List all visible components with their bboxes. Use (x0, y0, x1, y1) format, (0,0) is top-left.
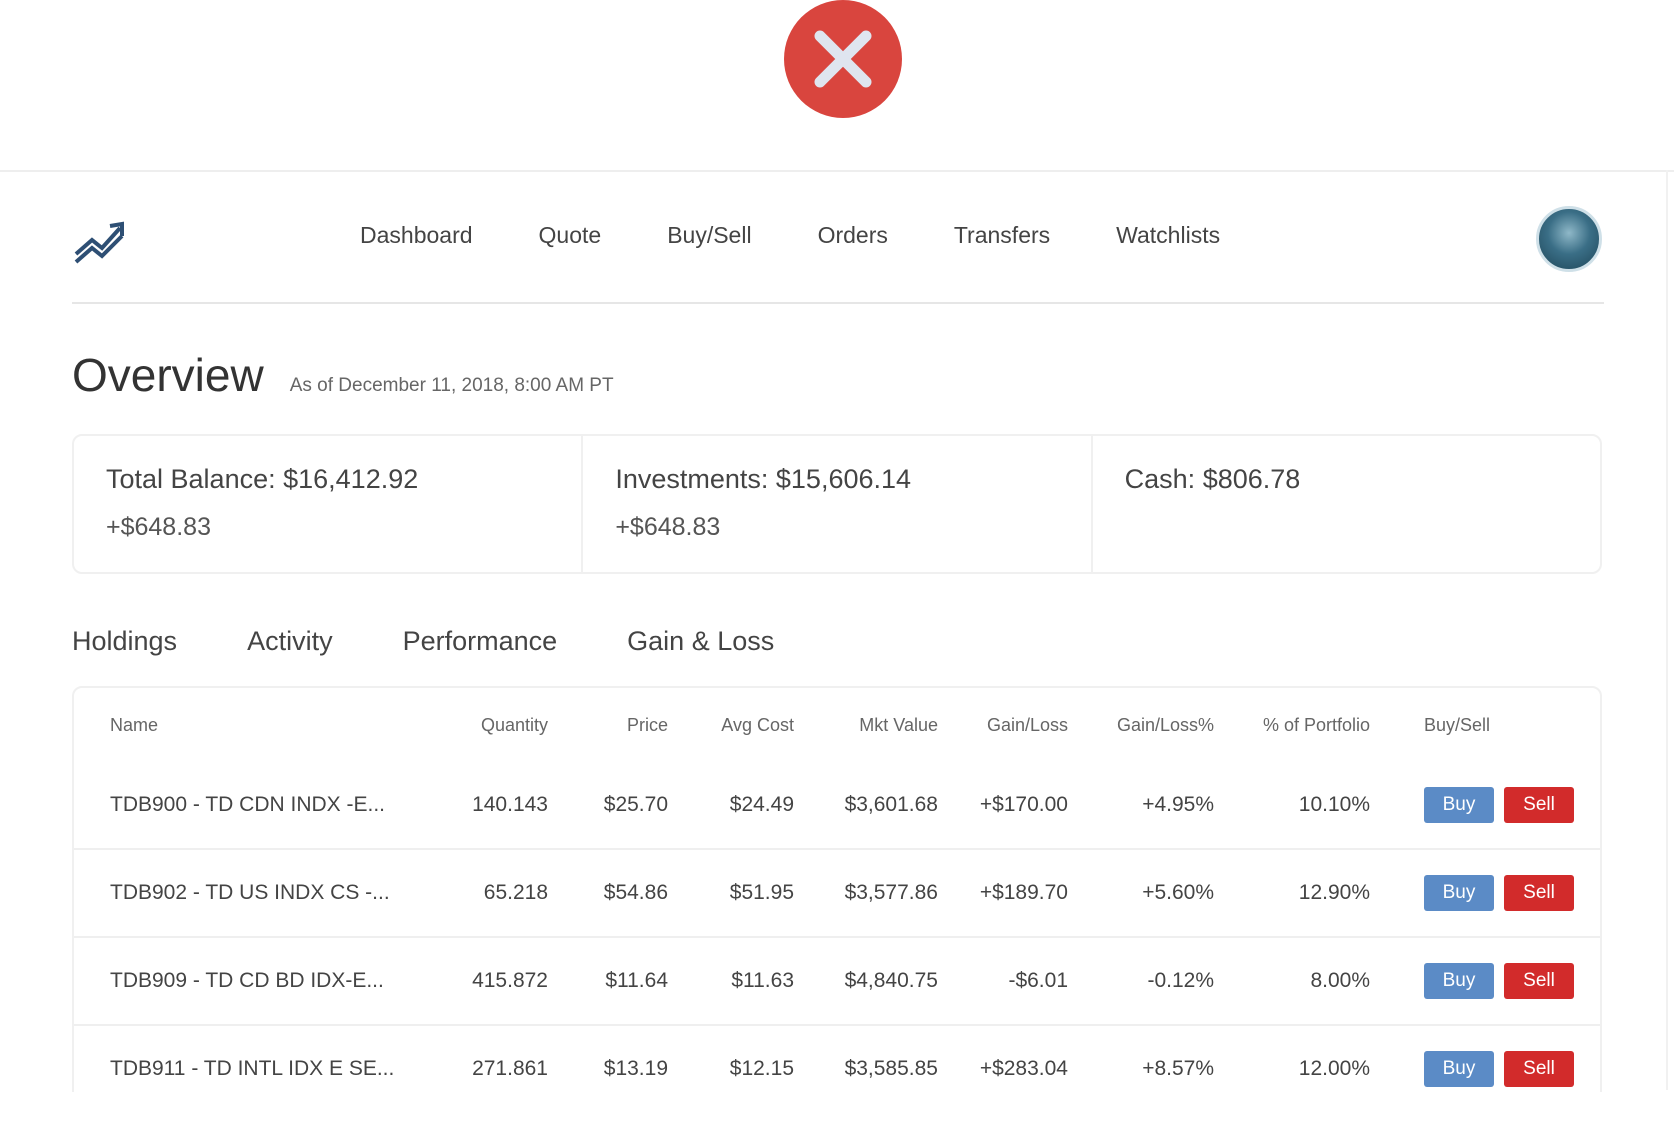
col-header[interactable]: % of Portfolio (1220, 688, 1376, 762)
table-cell: +$170.00 (979, 793, 1068, 816)
holdings-rows: TDB900 - TD CDN INDX -E... 140.143 $25.70 $… (74, 762, 1600, 1092)
holdings-table: Name Quantity Price Avg Cost Mkt Value G… (74, 688, 1600, 1092)
tab-holdings[interactable]: Holdings (72, 626, 177, 657)
nav-orders[interactable]: Orders (818, 222, 888, 249)
table-cell: $11.64 (554, 936, 674, 1025)
buy-sell-cell: Buy Sell (1376, 1024, 1600, 1092)
col-header[interactable]: Name (74, 688, 414, 762)
close-button[interactable] (784, 0, 902, 118)
trending-up-icon[interactable] (72, 216, 128, 266)
total-balance: Total Balance: $16,412.92 (106, 464, 419, 494)
table-cell: 140.143 (472, 793, 548, 816)
table-cell: $12.15 (674, 1024, 800, 1092)
table-cell: TDB909 - TD CD BD IDX-E... (74, 936, 414, 1025)
sell-button[interactable]: Sell (1504, 1051, 1574, 1087)
table-cell: TDB900 - TD CDN INDX -E... (110, 793, 385, 816)
table-row[interactable]: TDB909 - TD CD BD IDX-E... 415.872 $11.64 $… (74, 936, 1600, 1025)
col-header[interactable]: Mkt Value (800, 688, 944, 762)
buy-sell-cell: Buy Sell (1376, 762, 1600, 849)
table-row[interactable]: TDB911 - TD INTL IDX E SE... 271.861 $13.1… (74, 1024, 1600, 1092)
table-cell: $24.49 (729, 793, 794, 816)
table-cell: $51.95 (674, 848, 800, 937)
table-cell: $13.19 (554, 1024, 674, 1092)
total-balance-card: Total Balance: $16,412.92 +$648.83 (74, 436, 584, 572)
table-cell: 10.10% (1298, 793, 1370, 816)
close-icon (814, 30, 872, 88)
total-balance-change: +$648.83 (106, 513, 211, 541)
col-header[interactable]: Quantity (414, 688, 554, 762)
table-header-row: Name Quantity Price Avg Cost Mkt Value G… (74, 688, 1600, 762)
title-row: Overview As of December 11, 2018, 8:00 A… (72, 348, 614, 402)
table-cell: TDB902 - TD US INDX CS -... (74, 848, 414, 937)
col-header: Buy/Sell (1424, 714, 1491, 735)
table-cell: -$6.01 (944, 936, 1074, 1025)
table-cell: $3,601.68 (844, 793, 938, 816)
table-cell: +$189.70 (944, 848, 1074, 937)
balance-summary: Total Balance: $16,412.92 +$648.83 Inves… (72, 434, 1602, 574)
buy-sell-cell: Buy Sell (1376, 848, 1600, 937)
table-cell: 8.00% (1220, 936, 1376, 1025)
table-cell: TDB911 - TD INTL IDX E SE... (74, 1024, 414, 1092)
tab-activity[interactable]: Activity (247, 626, 333, 657)
as-of-timestamp: As of December 11, 2018, 8:00 AM PT (289, 375, 614, 396)
table-cell: $54.86 (554, 848, 674, 937)
buy-button[interactable]: Buy (1424, 1051, 1494, 1087)
table-cell: +$283.04 (944, 1024, 1074, 1092)
col-header[interactable]: Gain/Loss% (1074, 688, 1220, 762)
page-title: Overview (72, 349, 264, 401)
table-cell: 12.00% (1220, 1024, 1376, 1092)
nav-divider (72, 302, 1604, 304)
table-cell: $4,840.75 (800, 936, 944, 1025)
table-cell: 271.861 (414, 1024, 554, 1092)
avatar[interactable] (1536, 206, 1602, 272)
table-cell: $25.70 (603, 793, 668, 816)
nav-buy-sell[interactable]: Buy/Sell (667, 222, 751, 249)
col-header[interactable]: Avg Cost (674, 688, 800, 762)
cash-balance: Cash: $806.78 (1124, 464, 1301, 494)
investments-balance: Investments: $15,606.14 (615, 464, 912, 494)
sell-button[interactable]: Sell (1504, 963, 1574, 999)
holdings-tabs: Holdings Activity Performance Gain & Los… (72, 626, 844, 657)
tab-performance[interactable]: Performance (403, 626, 558, 657)
table-cell: 415.872 (414, 936, 554, 1025)
table-cell: $11.63 (674, 936, 800, 1025)
holdings-table-container: Name Quantity Price Avg Cost Mkt Value G… (72, 686, 1602, 1092)
top-nav: Dashboard Quote Buy/Sell Orders Transfer… (0, 172, 1674, 304)
col-header[interactable]: Gain/Loss (944, 688, 1074, 762)
table-row[interactable]: TDB900 - TD CDN INDX -E... 140.143 $25.70 $… (74, 762, 1600, 849)
table-cell: $3,577.86 (800, 848, 944, 937)
table-row[interactable]: TDB902 - TD US INDX CS -... 65.218 $54.86 $… (74, 848, 1600, 937)
buy-button[interactable]: Buy (1424, 787, 1494, 823)
investments-card: Investments: $15,606.14 +$648.83 (583, 436, 1093, 572)
sell-button[interactable]: Sell (1504, 875, 1574, 911)
col-header[interactable]: Price (554, 688, 674, 762)
table-cell: -0.12% (1074, 936, 1220, 1025)
table-cell: 65.218 (414, 848, 554, 937)
tab-gain-loss[interactable]: Gain & Loss (627, 626, 774, 657)
cash-card: Cash: $806.78 (1093, 436, 1600, 572)
table-cell: +8.57% (1074, 1024, 1220, 1092)
nav-quote[interactable]: Quote (539, 222, 602, 249)
table-cell: 12.90% (1220, 848, 1376, 937)
nav-dashboard[interactable]: Dashboard (360, 222, 473, 249)
buy-sell-cell: Buy Sell (1376, 936, 1600, 1025)
nav-transfers[interactable]: Transfers (954, 222, 1050, 249)
table-cell: $3,585.85 (800, 1024, 944, 1092)
nav-links: Dashboard Quote Buy/Sell Orders Transfer… (360, 222, 1286, 249)
sell-button[interactable]: Sell (1504, 787, 1574, 823)
table-cell: +5.60% (1074, 848, 1220, 937)
frame-edge (1666, 170, 1668, 1090)
buy-button[interactable]: Buy (1424, 875, 1494, 911)
table-cell: +4.95% (1142, 793, 1214, 816)
buy-button[interactable]: Buy (1424, 963, 1494, 999)
nav-watchlists[interactable]: Watchlists (1116, 222, 1220, 249)
investments-change: +$648.83 (615, 513, 721, 541)
app-frame: Dashboard Quote Buy/Sell Orders Transfer… (0, 170, 1674, 1092)
